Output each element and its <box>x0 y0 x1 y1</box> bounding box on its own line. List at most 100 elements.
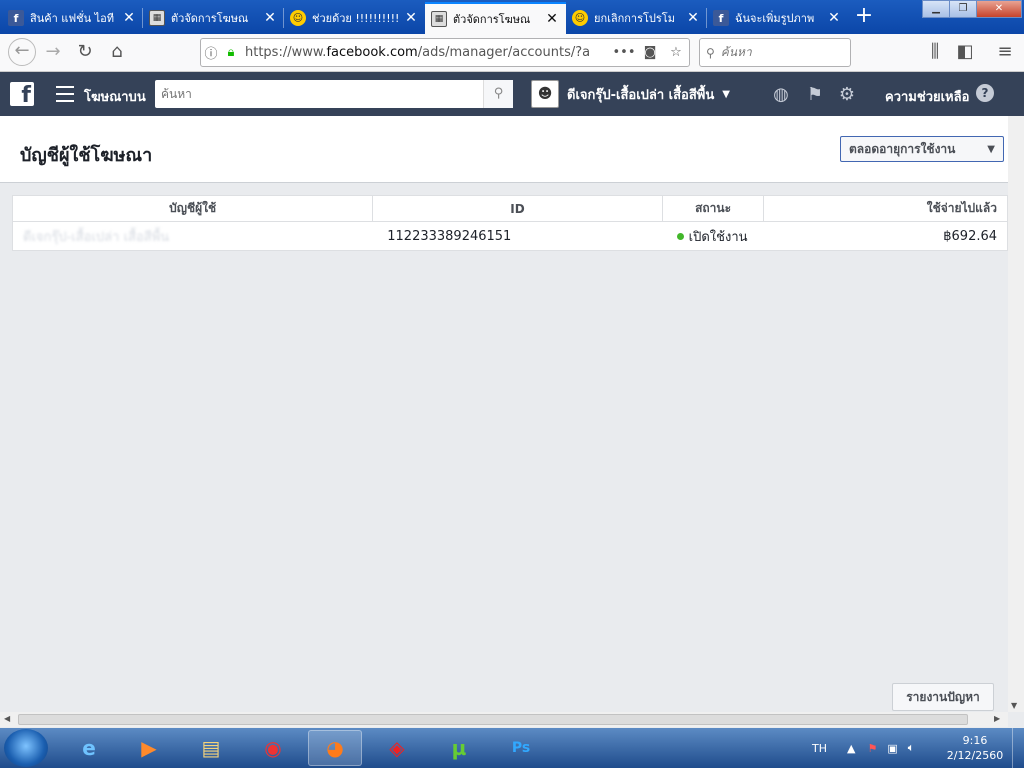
close-icon[interactable]: ✕ <box>544 11 560 27</box>
scroll-left-arrow-icon[interactable]: ◀ <box>4 714 10 723</box>
menu-icon[interactable]: ≡ <box>992 40 1018 66</box>
bookmark-star-icon[interactable]: ☆ <box>663 45 689 60</box>
table-header-row: บัญชีผู้ใช้ ID สถานะ ใช้จ่ายไปแล้ว <box>13 196 1007 222</box>
window-controls: ▁ ❐ ✕ <box>922 0 1022 18</box>
tray-expand-icon[interactable]: ▲ <box>847 742 855 755</box>
action-center-icon[interactable]: ⚑ <box>867 742 877 755</box>
page-title: บัญชีผู้ใช้โฆษณา <box>20 145 153 166</box>
document-icon: ▦ <box>149 10 165 26</box>
close-icon[interactable]: ✕ <box>121 10 137 26</box>
help-question-icon[interactable]: ? <box>976 84 994 102</box>
page-actions-icon[interactable]: ••• <box>611 45 637 60</box>
help-link[interactable]: ความช่วยเหลือ <box>885 86 969 107</box>
account-name: ดีเจกรุ๊ป-เสื้อเปล่า เสื้อสีพื้น <box>567 87 715 103</box>
reload-button[interactable]: ↻ <box>72 40 98 66</box>
taskbar-clock[interactable]: 9:16 2/12/2560 <box>944 733 1006 763</box>
sidebar-icon[interactable]: ◧ <box>952 40 978 66</box>
close-icon[interactable]: ✕ <box>403 10 419 26</box>
show-desktop-button[interactable] <box>1012 728 1024 768</box>
browser-tab[interactable]: ☺ ช่วยด้วย !!!!!!!!!! ✕ <box>284 2 425 34</box>
fb-search-input[interactable] <box>155 80 483 108</box>
tab-title: ฉันจะเพิ่มรูปภาพ <box>735 12 815 25</box>
restore-button[interactable]: ❐ <box>949 0 977 18</box>
flag-icon[interactable]: ⚑ <box>804 84 826 106</box>
browser-tab-active[interactable]: ▦ ตัวจัดการโฆษณ ✕ <box>425 2 566 34</box>
windows-start-button[interactable] <box>4 729 48 767</box>
column-header-account[interactable]: บัญชีผู้ใช้ <box>13 196 374 221</box>
caret-down-icon: ▼ <box>722 88 730 100</box>
volume-icon[interactable]: 🔈︎ <box>908 741 915 755</box>
close-icon[interactable]: ✕ <box>685 10 701 26</box>
account-switcher[interactable]: ☻ ดีเจกรุ๊ป-เสื้อเปล่า เสื้อสีพื้น ▼ <box>531 80 730 108</box>
url-text[interactable]: https://www.facebook.com/ads/manager/acc… <box>241 45 611 60</box>
scroll-right-arrow-icon[interactable]: ▶ <box>994 714 1000 723</box>
browser-tab[interactable]: f ฉันจะเพิ่มรูปภาพ ✕ <box>707 2 848 34</box>
library-icon[interactable]: ⫼ <box>922 40 948 66</box>
browser-tab[interactable]: ☺ ยกเลิกการโปรโม ✕ <box>566 2 707 34</box>
close-icon[interactable]: ✕ <box>826 10 842 26</box>
tab-title: สินค้า แฟชั่น ไอที <box>30 12 115 25</box>
column-header-spent[interactable]: ใช้จ่ายไปแล้ว <box>764 196 1007 221</box>
gear-icon[interactable]: ⚙ <box>836 84 858 106</box>
new-tab-button[interactable]: + <box>850 2 878 32</box>
report-problem-button[interactable]: รายงานปัญหา <box>892 683 994 711</box>
internet-explorer-icon[interactable]: e <box>62 730 116 766</box>
clock-time: 9:16 <box>962 734 988 747</box>
back-button[interactable]: ← <box>8 38 36 66</box>
section-label[interactable]: โฆษณาบน <box>84 86 146 107</box>
facebook-header: f โฆษณาบน ⚲ ☻ ดีเจกรุ๊ป-เสื้อเปล่า เสื้อ… <box>0 72 1024 116</box>
url-prefix: https://www. <box>245 45 327 60</box>
vertical-scrollbar[interactable]: ▼ <box>1008 116 1024 712</box>
horizontal-scrollbar[interactable]: ◀ ▶ <box>0 712 1008 727</box>
system-tray: TH ▲ ⚑ ▣ 🔈︎ <box>812 728 914 768</box>
status-text: เปิดใช้งาน <box>688 229 748 245</box>
url-domain: facebook.com <box>326 45 418 60</box>
caret-down-icon: ▼ <box>987 143 995 155</box>
close-icon[interactable]: ✕ <box>262 10 278 26</box>
firefox-icon[interactable]: ◕ <box>308 730 362 766</box>
clock-date: 2/12/2560 <box>946 749 1004 762</box>
globe-icon[interactable]: ◍ <box>770 84 792 106</box>
avatar: ☻ <box>531 80 559 108</box>
info-icon[interactable]: ⓘ <box>201 43 221 62</box>
language-indicator[interactable]: TH <box>812 742 827 755</box>
fb-search-field[interactable]: ⚲ <box>155 80 513 108</box>
date-range-dropdown[interactable]: ตลอดอายุการใช้งาน ▼ <box>840 136 1004 162</box>
pocket-icon[interactable]: ◙ <box>637 45 663 60</box>
smiley-icon: ☺ <box>290 10 306 26</box>
browser-tab[interactable]: ▦ ตัวจัดการโฆษณ ✕ <box>143 2 284 34</box>
photoshop-icon[interactable]: Ps <box>494 730 548 766</box>
network-icon[interactable]: ▣ <box>887 742 897 755</box>
scrollbar-thumb[interactable] <box>18 714 968 725</box>
url-bar[interactable]: ⓘ 🔒︎ https://www.facebook.com/ads/manage… <box>200 38 690 67</box>
browser-tab[interactable]: f สินค้า แฟชั่น ไอที ✕ <box>2 2 143 34</box>
browser-search-field[interactable]: ⚲ ค้นหา <box>699 38 851 67</box>
amount-spent-cell: ฿692.64 <box>943 228 998 244</box>
tab-title: ยกเลิกการโปรโม <box>594 12 675 25</box>
tab-title: ตัวจัดการโฆษณ <box>453 13 531 26</box>
file-explorer-icon[interactable]: ▤ <box>184 730 238 766</box>
account-name[interactable]: ดีเจกรุ๊ป-เสื้อเปล่า เสื้อสีพื้น <box>23 226 169 247</box>
minimize-button[interactable]: ▁ <box>922 0 950 18</box>
smiley-icon: ☺ <box>572 10 588 26</box>
account-name-cell[interactable]: ดีเจกรุ๊ป-เสื้อเปล่า เสื้อสีพื้น <box>13 222 373 250</box>
utorrent-icon[interactable]: µ <box>432 730 486 766</box>
facebook-logo-icon[interactable]: f <box>10 82 34 108</box>
ad-accounts-table: บัญชีผู้ใช้ ID สถานะ ใช้จ่ายไปแล้ว ดีเจก… <box>12 195 1008 251</box>
lock-icon[interactable]: 🔒︎ <box>221 45 241 60</box>
garena-icon[interactable]: ◈ <box>370 730 424 766</box>
status-active-dot-icon <box>676 232 684 240</box>
forward-button[interactable]: → <box>40 40 66 66</box>
table-row[interactable]: ดีเจกรุ๊ป-เสื้อเปล่า เสื้อสีพื้น 1122333… <box>13 222 1007 250</box>
chrome-icon[interactable]: ◉ <box>246 730 300 766</box>
close-window-button[interactable]: ✕ <box>976 0 1022 18</box>
scroll-down-arrow-icon[interactable]: ▼ <box>1011 701 1017 710</box>
hamburger-menu-icon[interactable] <box>56 86 74 102</box>
facebook-icon: f <box>8 10 24 26</box>
home-button[interactable]: ⌂ <box>104 40 130 66</box>
column-header-id[interactable]: ID <box>373 196 663 221</box>
search-icon[interactable]: ⚲ <box>483 80 513 108</box>
media-player-icon[interactable]: ▶ <box>122 730 176 766</box>
column-header-status[interactable]: สถานะ <box>663 196 765 221</box>
browser-nav-toolbar: ← → ↻ ⌂ ⓘ 🔒︎ https://www.facebook.com/ad… <box>0 34 1024 72</box>
